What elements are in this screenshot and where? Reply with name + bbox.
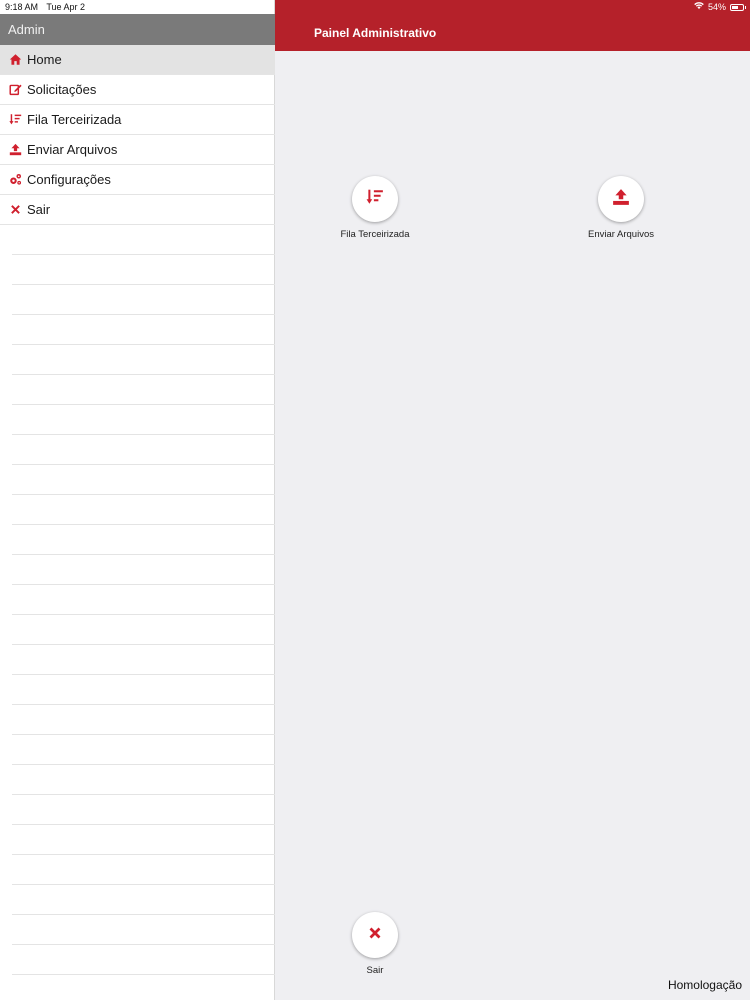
upload-icon [612, 188, 630, 211]
wifi-icon [694, 2, 704, 12]
tile-label: Enviar Arquivos [587, 229, 654, 240]
close-icon [8, 203, 22, 217]
sidebar-item-label: Sair [27, 202, 51, 217]
status-right: 54% [694, 2, 746, 12]
sair-button[interactable] [352, 912, 398, 958]
sidebar: Admin Home Solicitações Fila Terceirizad… [0, 0, 275, 1000]
enviar-arquivos-button[interactable] [598, 176, 644, 222]
status-left: 9:18 AM Tue Apr 2 [5, 2, 91, 12]
sidebar-item-label: Fila Terceirizada [27, 112, 122, 127]
sidebar-header: Admin [0, 14, 275, 45]
gears-icon [8, 173, 22, 187]
sort-icon [8, 113, 22, 127]
battery-icon [730, 3, 746, 11]
status-date: Tue Apr 2 [46, 2, 86, 12]
empty-list-rows [12, 225, 275, 975]
close-icon [366, 924, 384, 947]
sidebar-item-configuracoes[interactable]: Configurações [0, 165, 275, 195]
sidebar-item-label: Enviar Arquivos [27, 142, 118, 157]
upload-icon [8, 143, 22, 157]
sidebar-item-label: Home [27, 52, 62, 67]
edit-icon [8, 83, 22, 97]
tile-label: Fila Terceirizada [340, 229, 410, 240]
sidebar-item-solicitacoes[interactable]: Solicitações [0, 75, 275, 105]
app-screen: Admin Home Solicitações Fila Terceirizad… [0, 0, 750, 1000]
fila-terceirizada-button[interactable] [352, 176, 398, 222]
sidebar-title: Admin [8, 22, 45, 37]
sidebar-item-label: Solicitações [27, 82, 97, 97]
status-time: 9:18 AM [5, 2, 39, 12]
sort-icon [366, 188, 384, 211]
sidebar-item-enviar-arquivos[interactable]: Enviar Arquivos [0, 135, 275, 165]
battery-percentage: 54% [707, 2, 726, 12]
tile-sair[interactable]: Sair [315, 912, 435, 976]
environment-label: Homologação [667, 978, 742, 992]
sidebar-item-label: Configurações [27, 172, 111, 187]
sidebar-item-sair[interactable]: Sair [0, 195, 275, 225]
home-icon [8, 53, 22, 67]
tile-label: Sair [366, 965, 384, 976]
sidebar-item-fila-terceirizada[interactable]: Fila Terceirizada [0, 105, 275, 135]
sidebar-item-home[interactable]: Home [0, 45, 275, 75]
status-bar: 9:18 AM Tue Apr 2 54% [0, 0, 750, 14]
page-title: Painel Administrativo [314, 26, 437, 40]
tile-fila-terceirizada[interactable]: Fila Terceirizada [315, 176, 435, 240]
tile-enviar-arquivos[interactable]: Enviar Arquivos [561, 176, 681, 240]
sidebar-menu: Home Solicitações Fila Terceirizada Envi… [0, 45, 275, 225]
main-panel: Painel Administrativo Fila Terceirizada … [275, 0, 750, 1000]
